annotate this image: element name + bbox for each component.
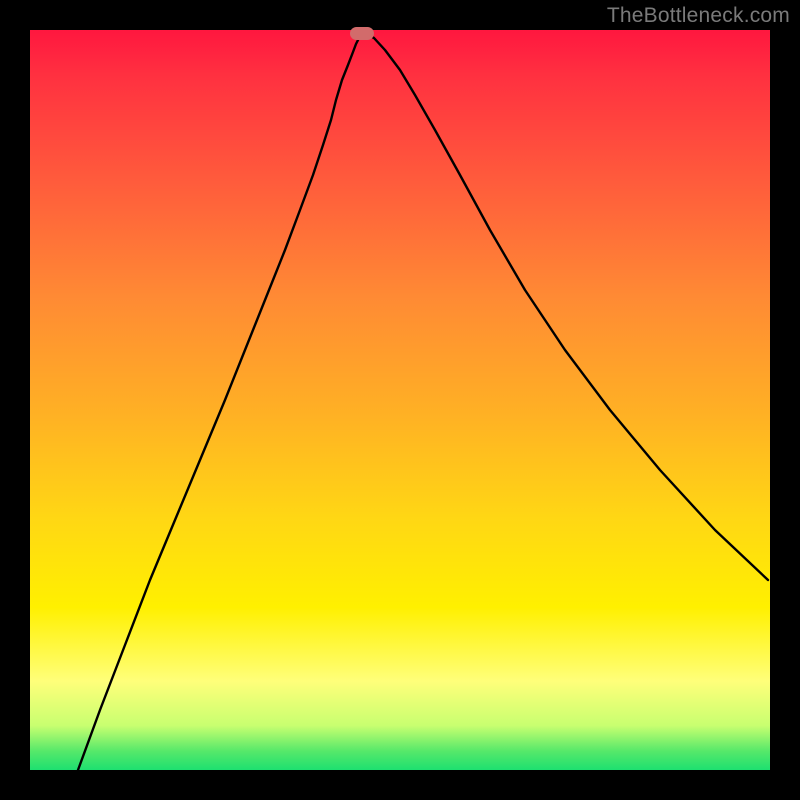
plot-area <box>30 30 770 770</box>
watermark-text: TheBottleneck.com <box>607 4 790 28</box>
curve-svg <box>30 30 770 770</box>
bottleneck-curve <box>78 34 768 770</box>
minimum-marker <box>350 27 374 40</box>
chart-frame: TheBottleneck.com <box>0 0 800 800</box>
